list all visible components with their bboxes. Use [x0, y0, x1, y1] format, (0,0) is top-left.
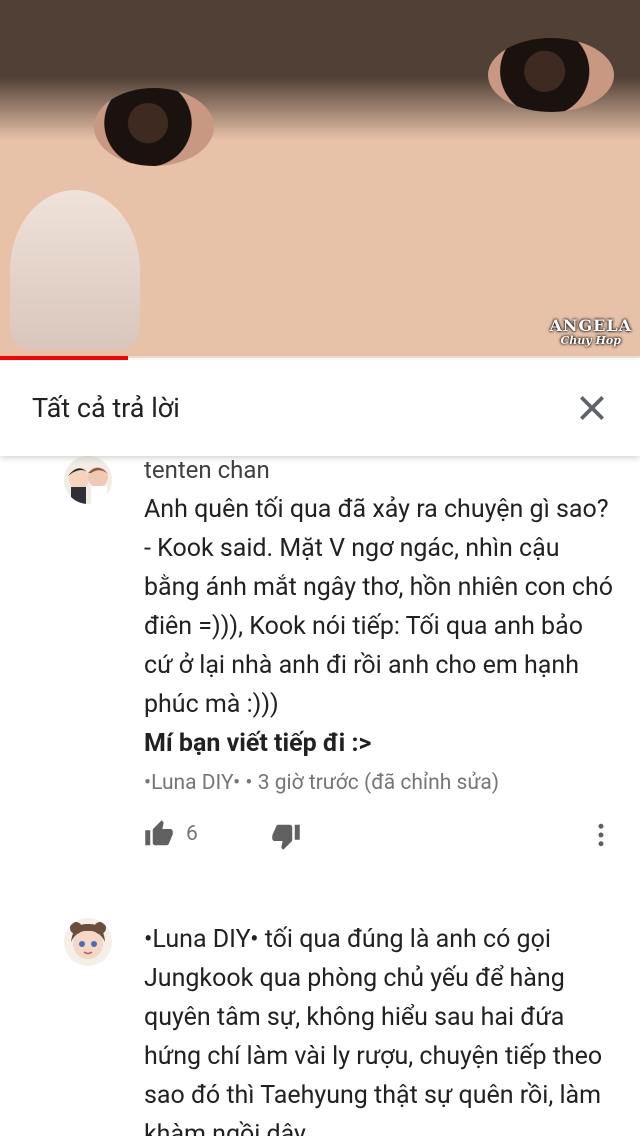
thumbs-up-icon [145, 820, 173, 846]
video-player[interactable]: ANGELA Chuy Hop [0, 0, 640, 358]
close-button[interactable] [572, 388, 612, 428]
thumbs-down-icon [272, 824, 300, 850]
more-options-button[interactable] [586, 820, 616, 850]
more-vert-icon [598, 823, 604, 847]
like-count: 6 [186, 822, 198, 846]
dislike-button[interactable] [271, 821, 301, 851]
replies-panel-header: Tất cả trả lời [0, 360, 640, 456]
close-icon [580, 396, 604, 420]
like-button[interactable]: 6 [144, 819, 198, 849]
replies-list[interactable]: tenten chan Anh quên tối qua đã xảy ra c… [0, 456, 640, 1136]
comment-actions: 6 [144, 795, 614, 863]
comment-text-main: Anh quên tối qua đã xảy ra chuyện gì sao… [144, 495, 620, 719]
video-watermark: ANGELA Chuy Hop [549, 316, 632, 347]
comment-text: Anh quên tối qua đã xảy ra chuyện gì sao… [144, 490, 614, 763]
avatar[interactable] [64, 918, 112, 966]
avatar-image [64, 456, 112, 504]
watermark-line-1: ANGELA [549, 316, 632, 335]
comment-meta: •Luna DIY• • 3 giờ trước (đã chỉnh sửa) [144, 771, 500, 795]
comment-author[interactable]: tenten chan [144, 456, 614, 484]
avatar-image [64, 918, 112, 966]
watermark-line-2: Chuy Hop [560, 334, 621, 347]
comment-text-bold: Mí bạn viết tiếp đi :> [144, 729, 372, 758]
video-frame-eye-left [94, 88, 214, 166]
comment-text: •Luna DIY• tối qua đúng là anh có gọi Ju… [144, 925, 609, 1136]
video-frame-eye-right [488, 38, 614, 112]
panel-title: Tất cả trả lời [32, 392, 180, 424]
avatar[interactable] [64, 456, 112, 504]
